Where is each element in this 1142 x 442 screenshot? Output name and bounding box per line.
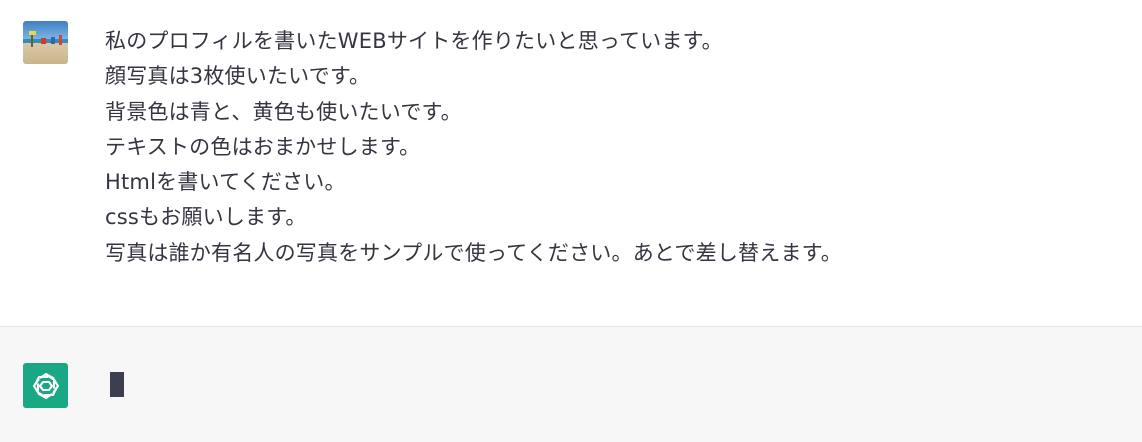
beach-photo-avatar — [23, 21, 68, 64]
message-line: 背景色は青と、黄色も使いたいです。 — [105, 99, 462, 124]
assistant-message-row — [0, 327, 1142, 442]
message-line: Htmlを書いてください。 — [105, 170, 346, 195]
user-avatar — [23, 21, 68, 64]
assistant-avatar — [23, 363, 68, 408]
user-message-row: 私のプロフィルを書いたWEBサイトを作りたいと思っています。 顔写真は3枚使いた… — [0, 0, 1142, 326]
typing-cursor — [110, 372, 124, 397]
user-message-text: 私のプロフィルを書いたWEBサイトを作りたいと思っています。 顔写真は3枚使いた… — [105, 24, 1105, 271]
openai-logo-icon — [32, 372, 59, 399]
message-line: 写真は誰か有名人の写真をサンプルで使ってください。あとで差し替えます。 — [105, 240, 842, 265]
message-line: 顔写真は3枚使いたいです。 — [105, 64, 371, 89]
message-line: テキストの色はおまかせします。 — [105, 134, 421, 159]
message-line: 私のプロフィルを書いたWEBサイトを作りたいと思っています。 — [105, 29, 723, 53]
message-line: cssもお願いします。 — [105, 205, 307, 230]
